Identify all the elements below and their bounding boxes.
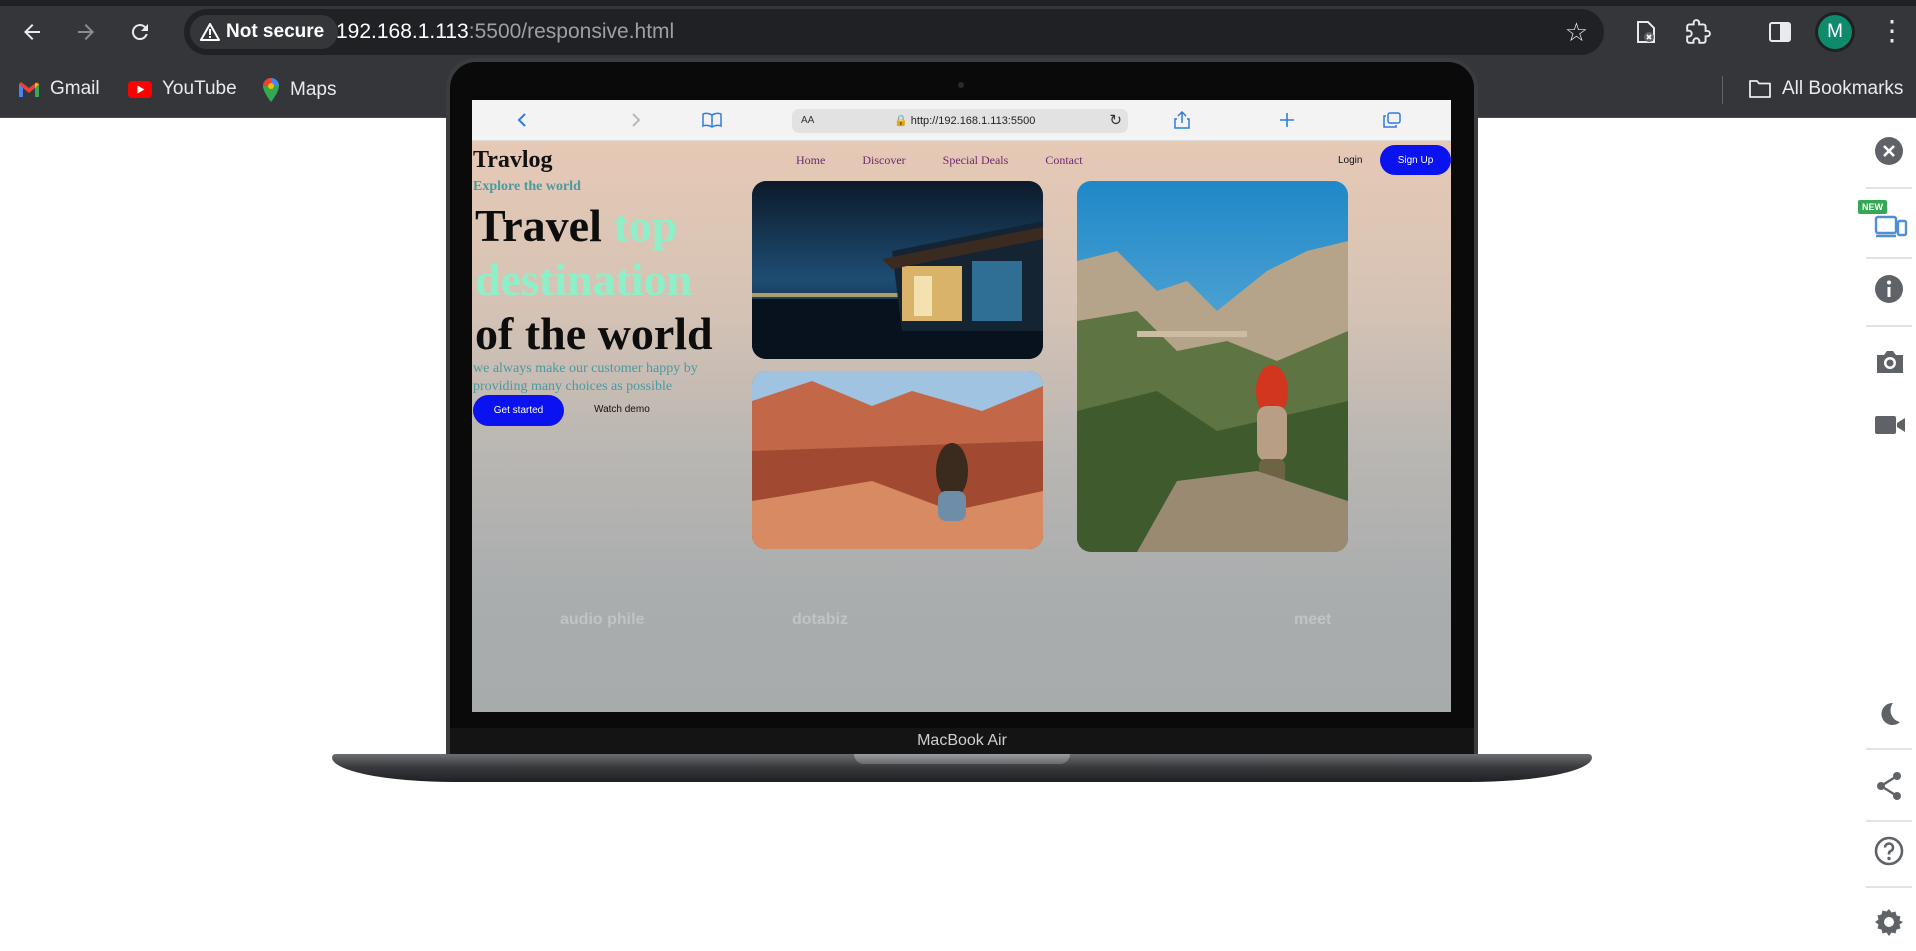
profile-avatar[interactable]: M <box>1818 15 1852 49</box>
safari-reload-icon[interactable]: ↻ <box>1109 111 1122 129</box>
laptop-camera <box>958 82 964 88</box>
responsive-devices-icon[interactable] <box>1874 210 1908 240</box>
extensions-button[interactable] <box>1680 14 1716 50</box>
close-icon[interactable] <box>1874 136 1904 166</box>
nav-special-deals[interactable]: Special Deals <box>943 153 1009 168</box>
folder-icon <box>1749 80 1771 98</box>
extension-button[interactable] <box>1628 14 1664 50</box>
safari-tabs-icon[interactable] <box>1381 109 1403 131</box>
safari-address-bar[interactable]: AA 🔒 http://192.168.1.113:5500 ↻ <box>792 109 1128 133</box>
puzzle-icon <box>1686 19 1711 44</box>
menu-kebab-icon[interactable]: ⋮ <box>1878 14 1906 48</box>
photo-canyon-bridge <box>1077 181 1348 552</box>
sidebar-divider <box>1866 748 1912 750</box>
safari-url-text: 🔒 http://192.168.1.113:5500 <box>894 115 1036 127</box>
security-label: Not secure <box>226 21 325 42</box>
watch-demo-button[interactable]: Watch demo <box>594 404 650 415</box>
photo-night-villa <box>752 181 1043 359</box>
share-icon[interactable] <box>1874 771 1904 801</box>
get-started-button[interactable]: Get started <box>473 395 564 426</box>
security-chip[interactable]: Not secure <box>190 15 339 49</box>
sidebar-divider <box>1866 886 1912 888</box>
camera-icon[interactable] <box>1874 348 1906 376</box>
login-link[interactable]: Login <box>1338 155 1362 166</box>
arrow-left-icon <box>24 24 40 40</box>
photo-desert-canyon <box>752 371 1043 549</box>
help-icon[interactable] <box>1874 836 1904 866</box>
site-nav: Home Discover Special Deals Contact <box>796 153 1083 168</box>
travlog-website: Travlog Home Discover Special Deals Cont… <box>472 141 1451 712</box>
safari-forward-icon[interactable] <box>625 109 647 131</box>
all-bookmarks-button[interactable]: All Bookmarks <box>1748 78 1903 100</box>
partner-logo-audiophile: audio phile <box>560 611 645 628</box>
gmail-icon <box>19 81 39 97</box>
youtube-icon <box>128 80 152 98</box>
hero-heading: Travel top destination of the world <box>475 200 713 359</box>
side-panel-icon <box>1769 22 1791 42</box>
bookmark-star-icon[interactable]: ☆ <box>1565 17 1588 47</box>
lock-icon: 🔒 <box>894 115 908 127</box>
laptop-notch <box>854 754 1070 764</box>
address-bar[interactable]: Not secure 192.168.1.113:5500/responsive… <box>184 9 1604 55</box>
bookmark-gmail[interactable]: Gmail <box>18 78 100 100</box>
hero-description: we always make our customer happy by pro… <box>473 361 698 394</box>
sidebar-divider <box>1866 820 1912 822</box>
document-close-icon <box>1637 21 1655 43</box>
settings-icon[interactable] <box>1874 907 1904 937</box>
bookmark-maps[interactable]: Maps <box>262 78 336 102</box>
safari-bookmarks-icon[interactable] <box>701 109 723 131</box>
nav-discover[interactable]: Discover <box>862 153 905 168</box>
hero-eyebrow: Explore the world <box>473 179 581 194</box>
video-icon[interactable] <box>1874 412 1906 438</box>
sidebar-divider <box>1866 325 1912 327</box>
side-panel-button[interactable] <box>1762 14 1798 50</box>
url-text: 192.168.1.113:5500/responsive.html <box>336 20 675 43</box>
signup-button[interactable]: Sign Up <box>1380 145 1451 175</box>
laptop-chin: MacBook Air <box>450 728 1474 754</box>
laptop-screen: AA 🔒 http://192.168.1.113:5500 ↻ Travlog… <box>472 100 1451 712</box>
safari-aa-button[interactable]: AA <box>801 115 814 126</box>
reload-icon <box>131 24 148 41</box>
safari-toolbar: AA 🔒 http://192.168.1.113:5500 ↻ <box>472 100 1451 141</box>
nav-contact[interactable]: Contact <box>1045 153 1082 168</box>
sidebar-divider <box>1866 257 1912 259</box>
bookmark-youtube[interactable]: YouTube <box>128 78 237 100</box>
bookmarks-divider <box>1722 76 1723 104</box>
safari-back-icon[interactable] <box>511 109 533 131</box>
browser-toolbar: Not secure 192.168.1.113:5500/responsive… <box>0 0 1916 64</box>
maps-icon <box>263 78 279 102</box>
safari-new-tab-icon[interactable] <box>1276 109 1298 131</box>
info-icon[interactable] <box>1874 274 1904 304</box>
sidebar-divider <box>1866 187 1912 189</box>
site-brand-logo[interactable]: Travlog <box>473 147 553 174</box>
nav-home[interactable]: Home <box>796 153 825 168</box>
warning-icon <box>200 23 220 41</box>
back-button[interactable] <box>14 14 50 50</box>
forward-button[interactable] <box>68 14 104 50</box>
arrow-right-icon <box>78 24 94 40</box>
partner-logo-meet: meet <box>1294 611 1332 628</box>
reload-button[interactable] <box>122 14 158 50</box>
dark-mode-icon[interactable] <box>1874 699 1904 729</box>
partner-logo-dotabiz: dotabiz <box>792 611 848 628</box>
safari-share-icon[interactable] <box>1171 109 1193 131</box>
